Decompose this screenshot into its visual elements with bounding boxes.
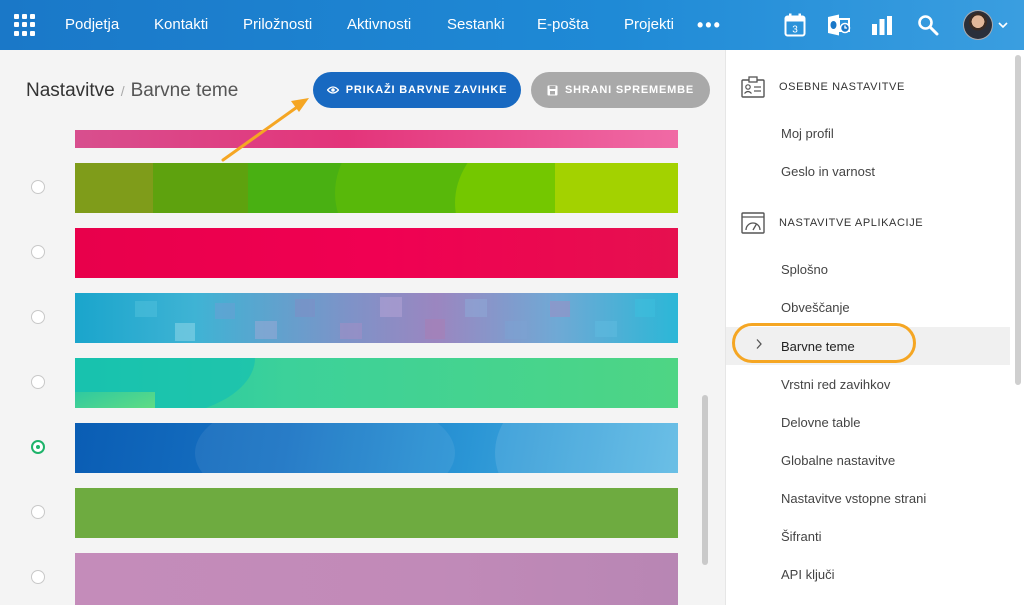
app-grid-icon[interactable] <box>14 14 36 36</box>
theme-swatch-leaf-green[interactable] <box>75 488 678 538</box>
sidebar-item-code-lists[interactable]: Šifranti <box>781 529 821 544</box>
calendar-icon[interactable]: 3 <box>782 12 808 38</box>
nav-item-sestanki[interactable]: Sestanki <box>447 0 505 50</box>
theme-swatch-crimson[interactable] <box>75 228 678 278</box>
chevron-down-icon[interactable] <box>997 15 1009 40</box>
user-avatar[interactable] <box>963 10 993 40</box>
theme-radio-teal-green[interactable] <box>31 375 45 389</box>
section-app-settings: NASTAVITVE APLIKACIJE <box>779 217 924 229</box>
sidebar-item-global-settings[interactable]: Globalne nastavitve <box>781 453 895 468</box>
sidebar-item-notifications[interactable]: Obveščanje <box>781 300 850 315</box>
eye-icon <box>326 86 339 94</box>
sidebar-item-my-profile[interactable]: Moj profil <box>781 126 834 141</box>
nav-item-priloznosti[interactable]: Priložnosti <box>243 0 312 50</box>
theme-radio-mosaic[interactable] <box>31 310 45 324</box>
breadcrumb-root[interactable]: Nastavitve <box>26 80 115 101</box>
sidebar-scrollbar[interactable] <box>1015 55 1021 385</box>
nav-item-eposta[interactable]: E-pošta <box>537 0 589 50</box>
sidebar-active-background <box>726 327 1010 365</box>
sidebar-item-password-security[interactable]: Geslo in varnost <box>781 164 875 179</box>
nav-item-podjetja[interactable]: Podjetja <box>65 0 119 50</box>
breadcrumb-current: Barvne teme <box>130 80 239 101</box>
theme-swatch-mauve[interactable] <box>75 553 678 605</box>
outlook-sync-icon[interactable] <box>826 12 852 38</box>
nav-item-kontakti[interactable]: Kontakti <box>154 0 208 50</box>
sidebar-item-api-keys[interactable]: API ključi <box>781 567 834 582</box>
dashboard-gauge-icon <box>741 212 765 234</box>
sidebar-item-tab-order[interactable]: Vrstni red zavihkov <box>781 377 890 392</box>
sidebar-item-landing-page-settings[interactable]: Nastavitve vstopne strani <box>781 491 926 506</box>
chevron-right-icon <box>755 338 763 353</box>
top-navigation-bar: Podjetja Kontakti Priložnosti Aktivnosti… <box>0 0 1024 50</box>
theme-swatch-mosaic[interactable] <box>75 293 678 343</box>
show-color-tabs-label: PRIKAŽI BARVNE ZAVIHKE <box>345 84 508 96</box>
theme-swatch-ocean-blue[interactable] <box>75 423 678 473</box>
theme-radio-ocean-blue[interactable] <box>31 440 45 454</box>
breadcrumb: Nastavitve / Barvne teme <box>26 80 238 102</box>
section-personal-settings: OSEBNE NASTAVITVE <box>779 81 905 93</box>
id-card-icon <box>741 76 765 98</box>
search-icon[interactable] <box>915 12 941 38</box>
show-color-tabs-button[interactable]: PRIKAŽI BARVNE ZAVIHKE <box>313 72 521 108</box>
save-changes-button[interactable]: SHRANI SPREMEMBE <box>531 72 710 108</box>
more-menu-button[interactable]: ••• <box>697 15 722 36</box>
theme-swatch-green-lime[interactable] <box>75 163 678 213</box>
main-scrollbar[interactable] <box>702 395 708 565</box>
theme-swatch-teal-green[interactable] <box>75 358 678 408</box>
theme-radio-crimson[interactable] <box>31 245 45 259</box>
sidebar-item-general[interactable]: Splošno <box>781 262 828 277</box>
bar-chart-icon[interactable] <box>869 12 895 38</box>
calendar-day-label: 3 <box>792 25 798 36</box>
nav-item-aktivnosti[interactable]: Aktivnosti <box>347 0 411 50</box>
floppy-disk-icon <box>547 85 558 95</box>
breadcrumb-separator: / <box>120 83 125 99</box>
theme-radio-leaf-green[interactable] <box>31 505 45 519</box>
save-changes-label: SHRANI SPREMEMBE <box>565 84 694 96</box>
sidebar-item-dashboards[interactable]: Delovne table <box>781 415 861 430</box>
nav-item-projekti[interactable]: Projekti <box>624 0 674 50</box>
theme-swatch-pink[interactable] <box>75 130 678 148</box>
sidebar-item-color-themes[interactable]: Barvne teme <box>781 339 855 354</box>
theme-radio-green-lime[interactable] <box>31 180 45 194</box>
theme-radio-mauve[interactable] <box>31 570 45 584</box>
